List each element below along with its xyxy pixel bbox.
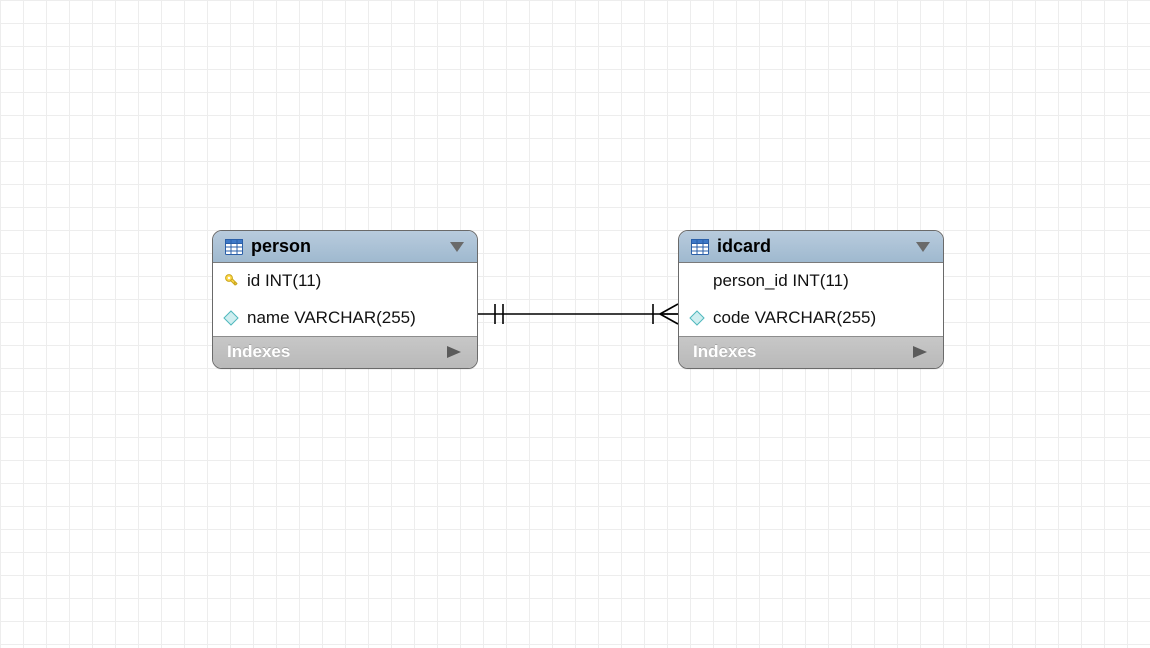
key-icon (223, 273, 239, 289)
blank-icon (689, 273, 705, 289)
entity-idcard-title: idcard (717, 236, 907, 257)
table-icon (225, 239, 243, 255)
entity-person-footer[interactable]: Indexes (213, 336, 477, 368)
entity-person-fields: id INT(11) name VARCHAR(255) (213, 263, 477, 336)
field-text: id INT(11) (247, 271, 321, 291)
entity-person[interactable]: person id INT(11) name VARCHAR(255) (212, 230, 478, 369)
diamond-icon (689, 310, 705, 326)
expand-arrow-icon (911, 345, 929, 359)
er-diagram-canvas[interactable]: person id INT(11) name VARCHAR(255) (0, 0, 1150, 648)
indexes-label: Indexes (693, 342, 756, 362)
entity-idcard-footer[interactable]: Indexes (679, 336, 943, 368)
field-idcard-code[interactable]: code VARCHAR(255) (679, 299, 943, 336)
field-person-name[interactable]: name VARCHAR(255) (213, 299, 477, 336)
field-idcard-personid[interactable]: person_id INT(11) (679, 263, 943, 299)
entity-idcard-fields: person_id INT(11) code VARCHAR(255) (679, 263, 943, 336)
entity-person-title: person (251, 236, 441, 257)
collapse-icon[interactable] (449, 241, 465, 253)
table-icon (691, 239, 709, 255)
field-text: person_id INT(11) (713, 271, 849, 291)
collapse-icon[interactable] (915, 241, 931, 253)
indexes-label: Indexes (227, 342, 290, 362)
expand-arrow-icon (445, 345, 463, 359)
field-text: name VARCHAR(255) (247, 308, 416, 328)
entity-idcard[interactable]: idcard person_id INT(11) code VARCHAR(25… (678, 230, 944, 369)
diamond-icon (223, 310, 239, 326)
entity-idcard-header[interactable]: idcard (679, 231, 943, 263)
field-text: code VARCHAR(255) (713, 308, 876, 328)
relationship-connector (0, 0, 1150, 648)
entity-person-header[interactable]: person (213, 231, 477, 263)
field-person-id[interactable]: id INT(11) (213, 263, 477, 299)
